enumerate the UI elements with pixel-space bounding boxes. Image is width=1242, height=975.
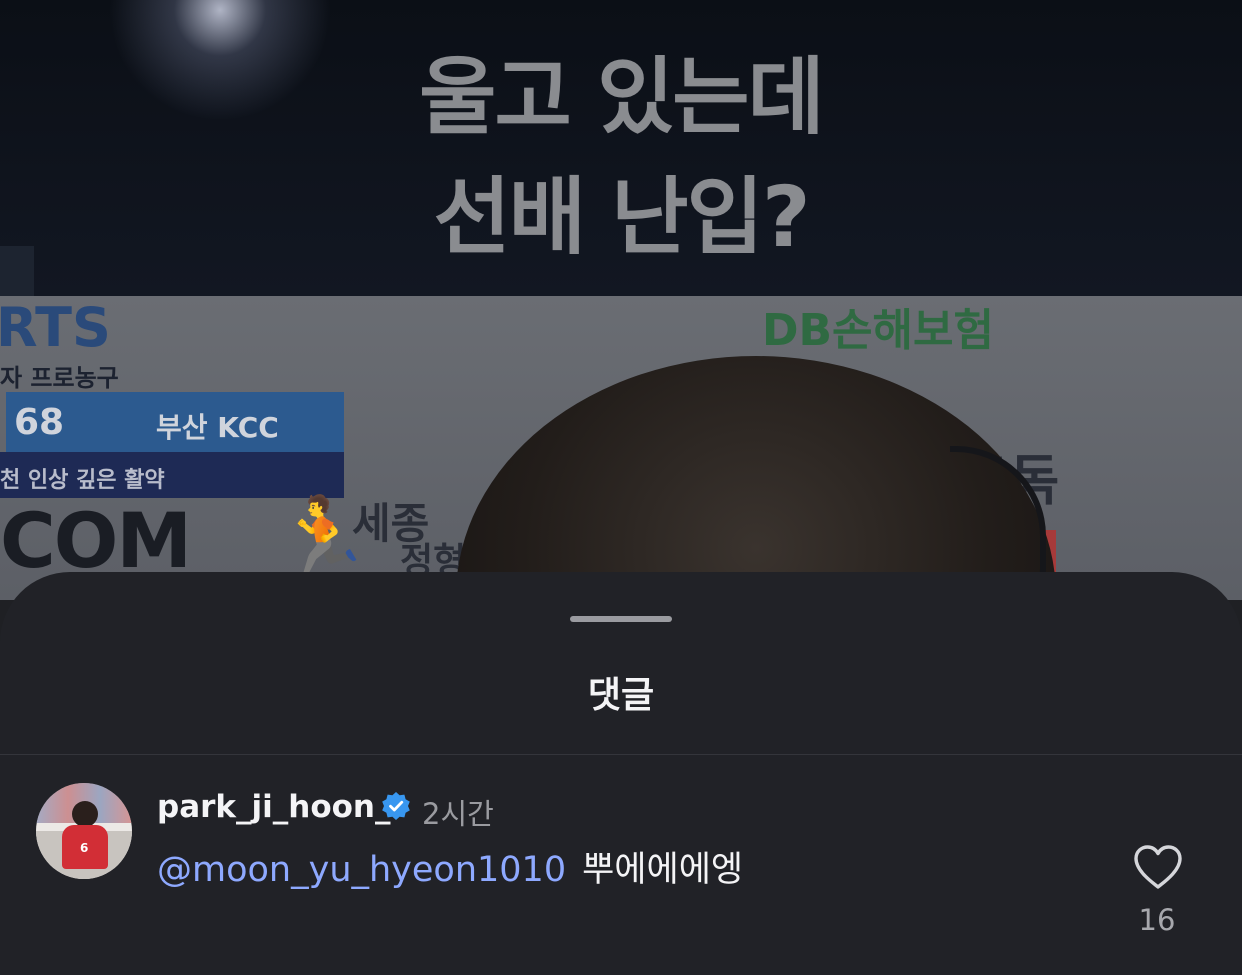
comment-username[interactable]: park_ji_hoon_ [157,789,391,825]
heart-icon[interactable] [1132,843,1184,891]
caption-line-1: 울고 있는데 [419,48,825,146]
avatar[interactable]: 6 [36,783,132,879]
video-scene: RTS 자 프로농구 68 부산 KCC 천 인상 깊은 활약 COM 🏃 세종… [0,296,1242,600]
comment-body: @moon_yu_hyeon1010 뿌에에에엥 [157,841,743,892]
sheet-drag-handle[interactable] [570,616,672,622]
score-team: 부산 KCC [156,411,279,444]
comment-item: 6 park_ji_hoon_ 2시간 @moon_yu_hyeon1010 뿌에… [0,755,1242,975]
avatar-head [72,801,98,827]
scoreboard: 68 부산 KCC [6,392,344,452]
comments-sheet: 댓글 6 park_ji_hoon_ 2시간 @moon_yu_hyeon101… [0,572,1242,975]
comment-timestamp: 2시간 [422,797,494,831]
caption-band: 울고 있는데 선배 난입? [0,0,1242,296]
video-frame[interactable]: 울고 있는데 선배 난입? RTS 자 프로농구 68 부산 KCC 천 인상 … [0,0,1242,600]
backdrop-sponsor: DB손해보험 [762,305,994,356]
score-strip-text: 천 인상 깊은 활약 [0,468,165,493]
comment-text: 뿌에에에엥 [582,850,744,890]
comment-mention-link[interactable]: @moon_yu_hyeon1010 [157,850,566,890]
like-count: 16 [1138,903,1176,937]
backdrop-brand: RTS [0,296,111,359]
backdrop-league: 자 프로농구 [0,364,119,392]
verified-badge-icon [382,792,410,820]
caption-line-2: 선배 난입? [433,168,810,266]
avatar-jersey-number: 6 [80,841,89,855]
score-value: 68 [14,402,65,443]
sheet-title: 댓글 [587,675,655,716]
side-block [0,246,34,296]
